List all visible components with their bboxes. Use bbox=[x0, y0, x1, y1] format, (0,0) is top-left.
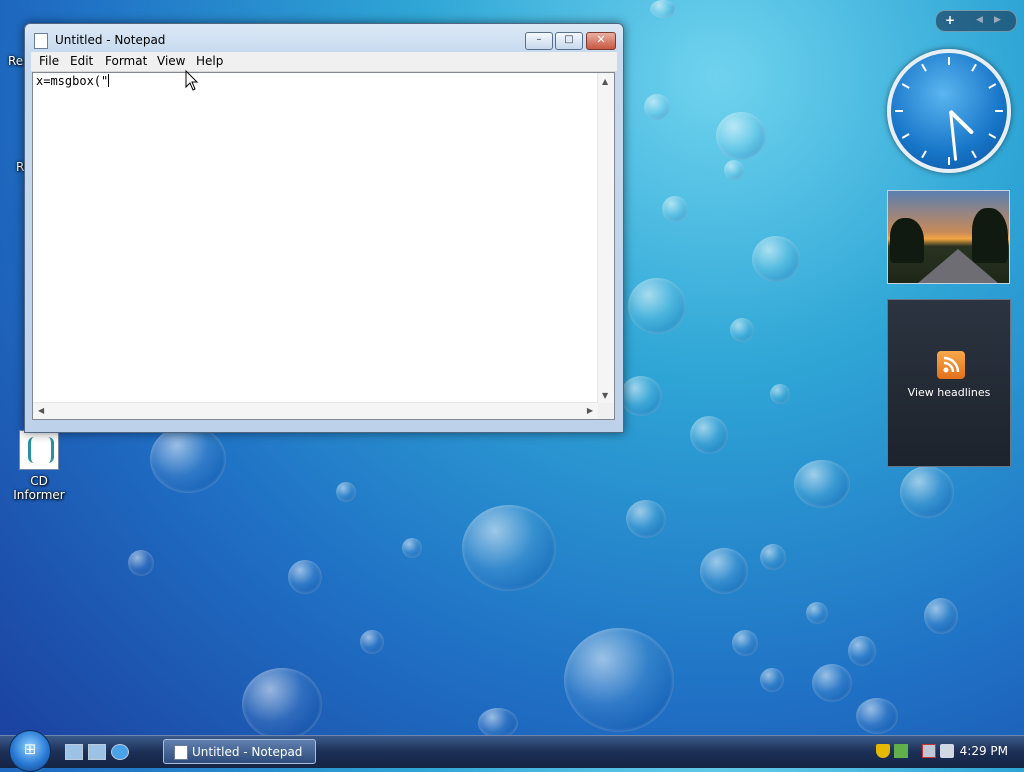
notepad-window[interactable]: Untitled - Notepad – □ ✕ File Edit Forma… bbox=[24, 23, 624, 433]
clock-hour-mark bbox=[948, 157, 950, 165]
windows-defender-icon[interactable] bbox=[894, 744, 908, 758]
start-button[interactable]: ⊞ bbox=[9, 730, 51, 772]
window-title: Untitled - Notepad bbox=[55, 33, 166, 47]
clock-hour-mark bbox=[995, 110, 1003, 112]
internet-explorer-icon[interactable] bbox=[111, 744, 129, 760]
menu-file[interactable]: File bbox=[39, 54, 59, 68]
title-bar[interactable]: Untitled - Notepad – □ ✕ bbox=[25, 24, 623, 54]
taskbar: ⊞ Untitled - Notepad 4:29 PM bbox=[0, 730, 1024, 772]
maximize-button[interactable]: □ bbox=[555, 32, 583, 50]
editor-content: x=msgbox(" bbox=[36, 74, 110, 88]
desktop-icon-label: Re bbox=[8, 54, 24, 68]
text-caret bbox=[108, 74, 110, 87]
maximize-icon: □ bbox=[564, 34, 574, 45]
show-desktop-icon[interactable] bbox=[65, 744, 83, 760]
mouse-cursor-icon bbox=[185, 69, 199, 95]
network-icon[interactable] bbox=[922, 744, 936, 758]
menu-bar: File Edit Format View Help bbox=[31, 52, 617, 72]
security-shield-icon[interactable] bbox=[876, 744, 890, 758]
taskbar-clock[interactable]: 4:29 PM bbox=[960, 744, 1008, 758]
previous-icon[interactable]: ◀ bbox=[976, 15, 983, 25]
minimize-button[interactable]: – bbox=[525, 32, 553, 50]
menu-help[interactable]: Help bbox=[196, 54, 223, 68]
switch-windows-icon[interactable] bbox=[88, 744, 106, 760]
close-button[interactable]: ✕ bbox=[586, 32, 616, 50]
clock-hour-mark bbox=[901, 133, 910, 139]
scroll-right-icon[interactable]: ▶ bbox=[587, 406, 593, 415]
photo-road bbox=[918, 249, 998, 283]
scroll-left-icon[interactable]: ◀ bbox=[38, 406, 44, 415]
clock-hour-mark bbox=[901, 83, 910, 89]
close-icon: ✕ bbox=[596, 33, 606, 46]
rss-icon bbox=[937, 351, 965, 379]
cd-informer-icon bbox=[19, 430, 59, 470]
taskbar-item-label: Untitled - Notepad bbox=[192, 745, 303, 759]
vertical-scrollbar[interactable]: ▲ ▼ bbox=[597, 73, 614, 403]
notepad-icon bbox=[174, 745, 188, 760]
add-gadget-icon[interactable]: + bbox=[945, 13, 955, 27]
clock-gadget[interactable] bbox=[887, 49, 1011, 173]
taskbar-item-notepad[interactable]: Untitled - Notepad bbox=[163, 739, 316, 764]
feed-headlines-gadget[interactable]: View headlines bbox=[887, 299, 1011, 467]
clock-hour-mark bbox=[971, 150, 977, 159]
clock-hour-mark bbox=[988, 83, 997, 89]
notepad-icon bbox=[34, 33, 48, 49]
sidebar-controls: + ◀ ▶ bbox=[935, 10, 1017, 32]
next-icon[interactable]: ▶ bbox=[994, 15, 1001, 25]
menu-format[interactable]: Format bbox=[105, 54, 147, 68]
volume-muted-icon[interactable] bbox=[940, 744, 954, 758]
scroll-up-icon[interactable]: ▲ bbox=[602, 77, 608, 86]
menu-view[interactable]: View bbox=[157, 54, 185, 68]
windows-logo-icon: ⊞ bbox=[23, 740, 37, 758]
horizontal-scrollbar[interactable]: ◀ ▶ bbox=[33, 402, 598, 419]
menu-edit[interactable]: Edit bbox=[70, 54, 93, 68]
view-headlines-link[interactable]: View headlines bbox=[888, 386, 1010, 399]
clock-hour-mark bbox=[948, 57, 950, 65]
editor-text: x=msgbox(" bbox=[36, 74, 109, 88]
scroll-down-icon[interactable]: ▼ bbox=[602, 391, 608, 400]
clock-hour-mark bbox=[921, 63, 927, 72]
resize-grip[interactable] bbox=[598, 403, 614, 419]
clock-hour-mark bbox=[895, 110, 903, 112]
text-editor[interactable]: x=msgbox(" ▲ ▼ ◀ ▶ bbox=[32, 72, 615, 420]
desktop-icon-label: CD Informer bbox=[13, 474, 65, 502]
clock-hour-mark bbox=[988, 133, 997, 139]
clock-hour-mark bbox=[921, 150, 927, 159]
desktop-icon-cd-informer[interactable]: CD Informer bbox=[4, 430, 74, 502]
clock-hour-mark bbox=[971, 63, 977, 72]
slideshow-gadget[interactable] bbox=[887, 190, 1010, 284]
minimize-icon: – bbox=[536, 34, 542, 45]
recycle-bin-icon bbox=[0, 2, 26, 40]
